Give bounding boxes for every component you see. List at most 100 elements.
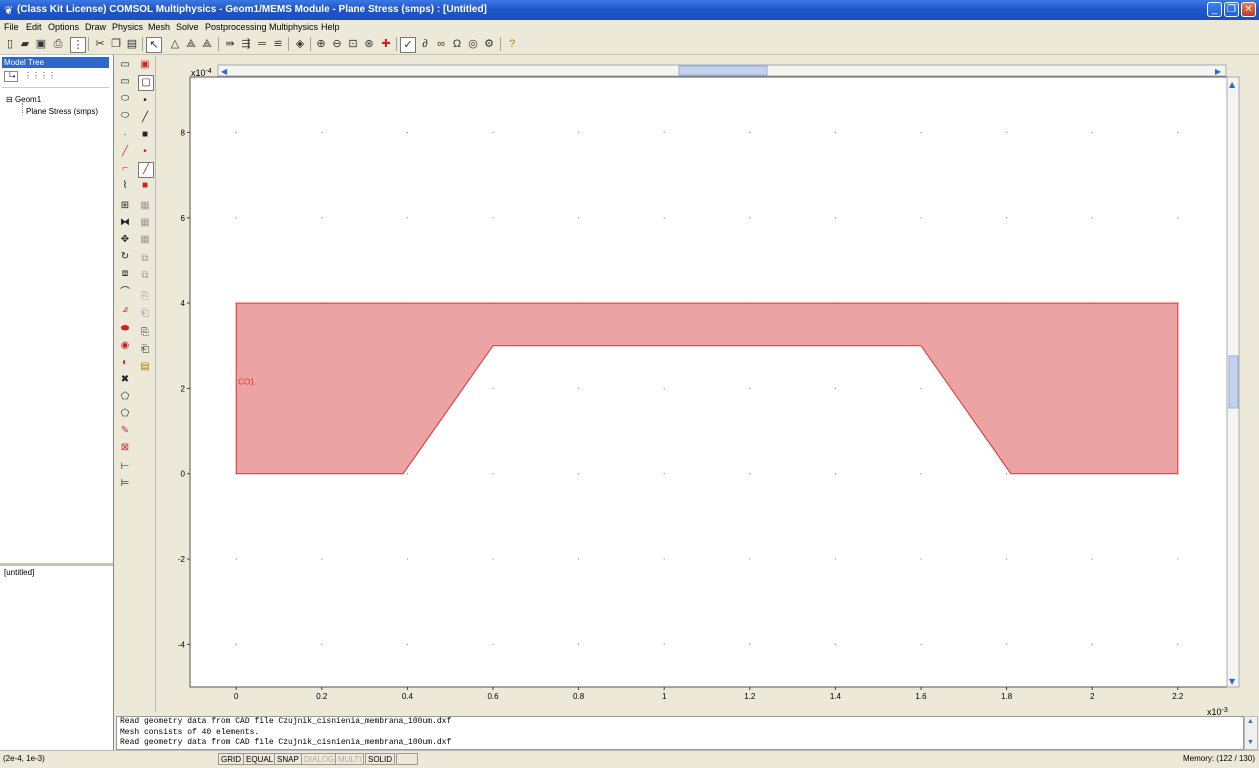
point-mode-icon[interactable]: • [138, 94, 152, 108]
h-scroll-left-icon[interactable]: ◀ [221, 67, 228, 76]
grid-toggle[interactable]: GRID [218, 753, 244, 765]
draw-mode-icon[interactable]: ▣ [138, 58, 152, 72]
delete-interior-icon[interactable]: ✎ [118, 424, 132, 438]
rectangle-icon[interactable]: ▭ [118, 58, 132, 72]
menu-physics[interactable]: Physics [112, 22, 143, 32]
rectangle-center-icon[interactable]: ▭ [118, 75, 132, 89]
point-icon[interactable]: · [118, 128, 132, 142]
edge-select-icon[interactable]: ╱ [138, 162, 154, 178]
mesh-icon[interactable]: ⟁ [184, 37, 198, 51]
ellipse-icon[interactable]: ⬭ [118, 92, 132, 106]
union-icon[interactable]: ⬬ [118, 322, 132, 336]
edge-mode-icon[interactable]: ╱ [138, 111, 152, 125]
point-select-icon[interactable]: • [138, 145, 152, 159]
plot-icon[interactable]: ◈ [293, 37, 307, 51]
equal-toggle[interactable]: EQUAL [243, 753, 277, 765]
chevron-down-icon[interactable]: ▼ [1247, 739, 1254, 746]
restart-icon[interactable]: ⇶ [239, 37, 253, 51]
model-tree-icon[interactable]: ⋮ [70, 37, 86, 53]
copy-geom-icon[interactable]: ⎘ [138, 326, 152, 340]
triangle-icon[interactable]: △ [168, 37, 182, 51]
tangent-icon[interactable]: ⦨ [118, 303, 132, 317]
select-icon[interactable]: ↖ [146, 37, 162, 53]
intersection-icon[interactable]: ◉ [118, 339, 132, 353]
comsol-icon[interactable]: ❦ [4, 4, 13, 17]
menu-mesh[interactable]: Mesh [148, 22, 170, 32]
snap-toggle[interactable]: SNAP [274, 753, 302, 765]
move-icon[interactable]: ✥ [118, 233, 132, 247]
menu-postprocessing[interactable]: Postprocessing [205, 22, 267, 32]
omega-icon[interactable]: Ω [450, 37, 464, 51]
zoom-in-icon[interactable]: ⊕ [314, 37, 328, 51]
param-icon[interactable]: ≌ [271, 37, 285, 51]
zoom-window-icon[interactable]: ⊡ [346, 37, 360, 51]
collapse-icon[interactable]: ⊟ [6, 95, 13, 104]
message-log[interactable]: Read geometry data from CAD file Czujnik… [116, 716, 1244, 750]
menu-options[interactable]: Options [48, 22, 79, 32]
copy-icon[interactable]: ❐ [109, 37, 123, 51]
difference-icon[interactable]: ◐ [118, 356, 132, 370]
fillet-icon[interactable]: ⌒ [118, 286, 132, 300]
coerce-solid-icon[interactable]: ⬠ [118, 390, 132, 404]
ruler-icon[interactable]: ▤ [138, 360, 152, 374]
tree-view3-icon[interactable]: ⋮⋮ [40, 71, 56, 80]
paste-icon[interactable]: ▤ [125, 37, 139, 51]
select-all-icon[interactable]: ⧉ [138, 252, 152, 266]
tree-view2-icon[interactable]: ⋮⋮ [24, 71, 40, 80]
scale-icon[interactable]: ⧈ [118, 267, 132, 281]
dimension-icon[interactable]: ⊢ [118, 460, 132, 474]
split-icon[interactable]: ✖ [118, 373, 132, 387]
plot-params-icon[interactable]: ⚙ [482, 37, 496, 51]
curve-icon[interactable]: ⌐ [118, 162, 132, 176]
chevron-up-icon[interactable]: ▲ [1247, 718, 1254, 725]
v-scroll-up-icon[interactable]: ▲ [1229, 80, 1236, 89]
measure-icon[interactable]: ⊨ [118, 477, 132, 491]
menu-help[interactable]: Help [321, 22, 340, 32]
multi-toggle[interactable]: MULTI [335, 753, 365, 765]
zoom-out-icon[interactable]: ⊖ [330, 37, 344, 51]
paste-geom-icon[interactable]: ⎗ [138, 343, 152, 357]
subdomain-icon[interactable]: ∞ [434, 37, 448, 51]
dialog-toggle[interactable]: DIALOG [301, 753, 338, 765]
array-icon[interactable]: ⊞ [118, 199, 132, 213]
menu-draw[interactable]: Draw [85, 22, 106, 32]
polyline-icon[interactable]: ⌇ [118, 179, 132, 193]
geometry-canvas[interactable]: ◀ ▶ ▲ ▼ CO1 0 0.2 0.4 0.6 0.8 1 1.2 1.4 1.6 1.8 2 2… [156, 56, 1259, 716]
geometry-check-icon[interactable]: ⊠ [118, 441, 132, 455]
mirror-icon[interactable]: ⧓ [118, 216, 132, 230]
v-scroll-thumb[interactable] [1228, 355, 1239, 409]
grid-settings-icon[interactable]: ▦ [138, 199, 152, 213]
coerce-curve-icon[interactable]: ⬠ [118, 407, 132, 421]
maximize-button[interactable]: ❐ [1224, 2, 1239, 17]
import-icon[interactable]: ⎘ [138, 290, 152, 304]
face-mode-icon[interactable]: ■ [138, 128, 152, 142]
save-icon[interactable]: ▣ [34, 37, 48, 51]
open-icon[interactable]: ▰ [18, 37, 32, 51]
menu-edit[interactable]: Edit [26, 22, 42, 32]
geometry-plot[interactable]: ◀ ▶ ▲ ▼ CO1 0 0.2 0.4 0.6 0.8 1 1.2 1.4 1.6 1.8 2 2… [156, 56, 1259, 716]
line-icon[interactable]: ╱ [118, 145, 132, 159]
print-icon[interactable]: ⎙ [51, 37, 65, 51]
export-icon[interactable]: ⎗ [138, 307, 152, 321]
v-scroll-down-icon[interactable]: ▼ [1229, 677, 1236, 686]
help-icon[interactable]: ? [505, 37, 519, 51]
solid-toggle[interactable]: SOLID [365, 753, 396, 765]
rotate-icon[interactable]: ↻ [118, 250, 132, 264]
grid-align-icon[interactable]: ▦ [138, 216, 152, 230]
tree-node-plane-stress[interactable]: Plane Stress (smps) [26, 107, 98, 116]
bc-icon[interactable]: ∂ [418, 37, 432, 51]
zoom-extents-icon[interactable]: ⊛ [362, 37, 376, 51]
ellipse-center-icon[interactable]: ⬭ [118, 109, 132, 123]
select-none-icon[interactable]: ⧉ [138, 269, 152, 283]
h-scroll-thumb[interactable] [678, 65, 768, 76]
menu-solve[interactable]: Solve [176, 22, 199, 32]
panel-splitter[interactable] [0, 563, 113, 566]
menu-file[interactable]: File [4, 22, 19, 32]
menu-multiphysics[interactable]: Multiphysics [269, 22, 318, 32]
geometry-mode-icon[interactable]: ▢ [138, 75, 154, 91]
close-button[interactable]: ✕ [1241, 2, 1256, 17]
grid-snap-icon[interactable]: ▦ [138, 233, 152, 247]
fit-icon[interactable]: ✓ [400, 37, 416, 53]
new-icon[interactable]: ▯ [3, 37, 17, 51]
cut-icon[interactable]: ✂ [93, 37, 107, 51]
